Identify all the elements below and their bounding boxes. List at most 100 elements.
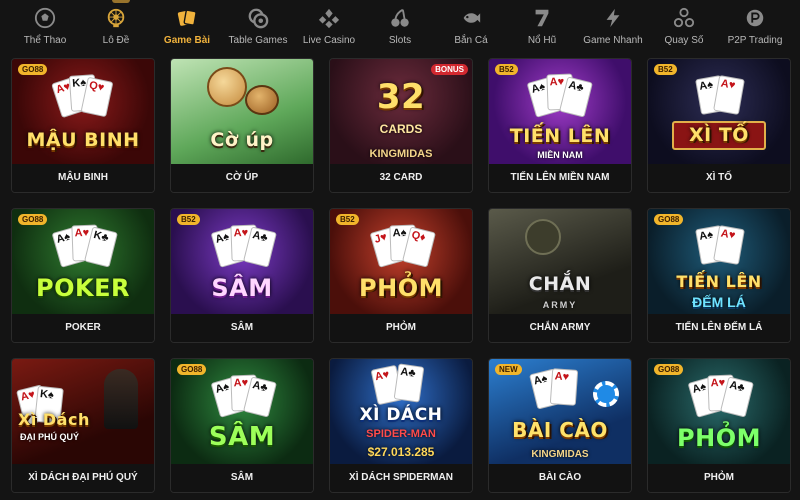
game-grid: GO88 A♥ K♠ Q♥ MẬU BINH MẬU BINH Cờ úp CỜ… — [0, 56, 800, 500]
game-card-xi-dach-dai-phu-quy[interactable]: A♥ K♠ Xì Dách ĐẠI PHÚ QUÝ XÌ DÁCH ĐẠI PH… — [11, 358, 155, 493]
nav-item-table-games[interactable]: Table Games — [218, 0, 298, 56]
game-art-title: PHỎM — [677, 424, 761, 452]
game-art-title: 32 — [376, 77, 426, 117]
game-card-sam[interactable]: B52 A♠ A♥ A♣ SÂM SÂM — [170, 208, 314, 343]
game-art-subtitle: ĐẾM LÁ — [692, 294, 746, 310]
game-name: TIẾN LÊN ĐẾM LÁ — [648, 314, 790, 342]
game-art-title: Cờ úp — [210, 129, 274, 151]
nav-item-slots[interactable]: Slots — [360, 0, 440, 56]
provider-badge: GO88 — [18, 214, 48, 225]
chess-piece-icon — [245, 85, 279, 115]
game-thumbnail: GO88 A♠ A♥ A♣ PHỎM — [648, 359, 790, 464]
game-card-sam-go88[interactable]: GO88 A♠ A♥ A♣ SÂM SÂM — [170, 358, 314, 493]
playing-cards-art-icon: A♠ A♥ — [684, 223, 754, 275]
game-art-title: TIẾN LÊN — [509, 125, 611, 147]
game-card-xi-dach-spiderman[interactable]: A♥ A♣ XÌ DÁCH SPIDER-MAN $27.013.285 XÌ … — [329, 358, 473, 493]
chess-piece-icon — [207, 67, 247, 107]
lottery-wheel-icon — [105, 7, 127, 29]
nav-item-p2p-trading[interactable]: P2P Trading — [715, 0, 795, 56]
game-art-subtitle: ARMY — [542, 300, 578, 310]
game-thumbnail: BONUS 32 CARDS KINGMIDAS — [330, 59, 472, 164]
game-card-32-card[interactable]: BONUS 32 CARDS KINGMIDAS 32 CARD — [329, 58, 473, 193]
game-thumbnail: A♥ A♣ XÌ DÁCH SPIDER-MAN $27.013.285 — [330, 359, 472, 464]
card-suits-icon — [318, 7, 340, 29]
provider-badge: GO88 — [654, 364, 684, 375]
provider-badge: B52 — [177, 214, 200, 225]
nav-label: Nổ Hũ — [527, 35, 557, 46]
provider-badge: GO88 — [18, 64, 48, 75]
provider-badge: GO88 — [177, 364, 207, 375]
nav-item-quay-so[interactable]: Quay Số — [644, 0, 724, 56]
game-art-title: MẬU BINH — [26, 129, 140, 151]
nav-item-game-nhanh[interactable]: Game Nhanh — [573, 0, 653, 56]
game-name: BÀI CÀO — [489, 464, 631, 492]
nav-label: Game Bài — [163, 35, 211, 46]
provider-badge: GO88 — [654, 214, 684, 225]
game-art-title: POKER — [36, 274, 130, 302]
bonus-badge: BONUS — [431, 64, 468, 75]
game-name: CỜ ÚP — [171, 164, 313, 192]
game-card-poker[interactable]: GO88 A♠ A♥ K♣ POKER POKER — [11, 208, 155, 343]
game-card-bai-cao[interactable]: NEW A♠ A♥ BÀI CÀO KINGMIDAS BÀI CÀO — [488, 358, 632, 493]
game-card-mau-binh[interactable]: GO88 A♥ K♠ Q♥ MẬU BINH MẬU BINH — [11, 58, 155, 193]
game-art-title: XÌ TỐ — [672, 121, 766, 150]
game-name: POKER — [12, 314, 154, 342]
nav-item-lo-de[interactable]: Lô Đề — [76, 0, 156, 56]
lucky-seven-icon — [531, 7, 553, 29]
nav-label: Thể Thao — [23, 35, 67, 46]
game-card-phom[interactable]: B52 J♥ A♠ Q♦ PHỎM PHỎM — [329, 208, 473, 343]
nav-item-live-casino[interactable]: Live Casino — [289, 0, 369, 56]
top-navigation: Thể Thao Lô Đề Game Bài Table Games Live… — [0, 0, 800, 56]
nav-label: Game Nhanh — [583, 35, 643, 46]
game-art-subtitle: CARDS — [379, 122, 423, 136]
game-name: SÂM — [171, 314, 313, 342]
game-thumbnail: GO88 A♠ A♥ K♣ POKER — [12, 209, 154, 314]
nav-item-game-bai[interactable]: Game Bài — [147, 0, 227, 56]
playing-cards-icon — [176, 7, 198, 29]
playing-cards-art-icon: A♥ K♠ Q♥ — [48, 73, 118, 125]
game-name: 32 CARD — [330, 164, 472, 192]
game-card-xi-to[interactable]: B52 A♠ A♥ XÌ TỐ XÌ TỐ — [647, 58, 791, 193]
playing-cards-art-icon: A♠ A♥ A♣ — [207, 373, 277, 425]
playing-cards-art-icon: J♥ A♠ Q♦ — [366, 223, 436, 275]
fish-icon — [460, 7, 482, 29]
playing-cards-art-icon: A♠ A♥ — [684, 73, 754, 125]
game-art-title: SÂM — [208, 422, 276, 452]
nav-label: P2P Trading — [727, 35, 783, 46]
game-card-co-up[interactable]: Cờ úp CỜ ÚP — [170, 58, 314, 193]
game-thumbnail: B52 A♠ A♥ A♣ TIẾN LÊN MIỀN NAM — [489, 59, 631, 164]
provider-badge: B52 — [495, 64, 518, 75]
nav-item-no-hu[interactable]: Nổ Hũ — [502, 0, 582, 56]
cherries-icon — [389, 7, 411, 29]
game-art-title: CHẮN — [528, 273, 592, 295]
game-name: TIẾN LÊN MIỀN NAM — [489, 164, 631, 192]
playing-cards-art-icon: A♠ A♥ K♣ — [48, 223, 118, 275]
nav-item-ban-ca[interactable]: Bắn Cá — [431, 0, 511, 56]
playing-cards-art-icon: A♠ A♥ A♣ — [207, 223, 277, 275]
nav-label: Live Casino — [302, 35, 356, 46]
nav-item-the-thao[interactable]: Thể Thao — [5, 0, 85, 56]
game-thumbnail: B52 A♠ A♥ A♣ SÂM — [171, 209, 313, 314]
game-name: XÌ TỐ — [648, 164, 790, 192]
jackpot-amount: $27.013.285 — [367, 445, 435, 459]
game-name: SÂM — [171, 464, 313, 492]
game-card-tien-len-mien-nam[interactable]: B52 A♠ A♥ A♣ TIẾN LÊN MIỀN NAM TIẾN LÊN … — [488, 58, 632, 193]
nav-label: Bắn Cá — [454, 35, 488, 46]
game-card-phom-go88[interactable]: GO88 A♠ A♥ A♣ PHỎM PHỎM — [647, 358, 791, 493]
p2p-trading-icon — [744, 7, 766, 29]
game-name: PHỎM — [330, 314, 472, 342]
nav-label: Table Games — [228, 35, 288, 46]
game-thumbnail: NEW A♠ A♥ BÀI CÀO KINGMIDAS — [489, 359, 631, 464]
game-card-chan-army[interactable]: CHẮN ARMY CHẮN ARMY — [488, 208, 632, 343]
game-thumbnail: B52 A♠ A♥ XÌ TỐ — [648, 59, 790, 164]
dealer-figure-icon — [104, 369, 138, 429]
provider-badge: B52 — [336, 214, 359, 225]
game-name: XÌ DÁCH SPIDERMAN — [330, 464, 472, 492]
game-card-tien-len-dem-la[interactable]: GO88 A♠ A♥ TIẾN LÊN ĐẾM LÁ TIẾN LÊN ĐẾM … — [647, 208, 791, 343]
lottery-balls-icon — [673, 7, 695, 29]
game-thumbnail: GO88 A♠ A♥ TIẾN LÊN ĐẾM LÁ — [648, 209, 790, 314]
game-name: PHỎM — [648, 464, 790, 492]
game-thumbnail: CHẮN ARMY — [489, 209, 631, 314]
game-art-title: PHỎM — [359, 274, 443, 302]
poker-chip-icon — [593, 381, 619, 407]
